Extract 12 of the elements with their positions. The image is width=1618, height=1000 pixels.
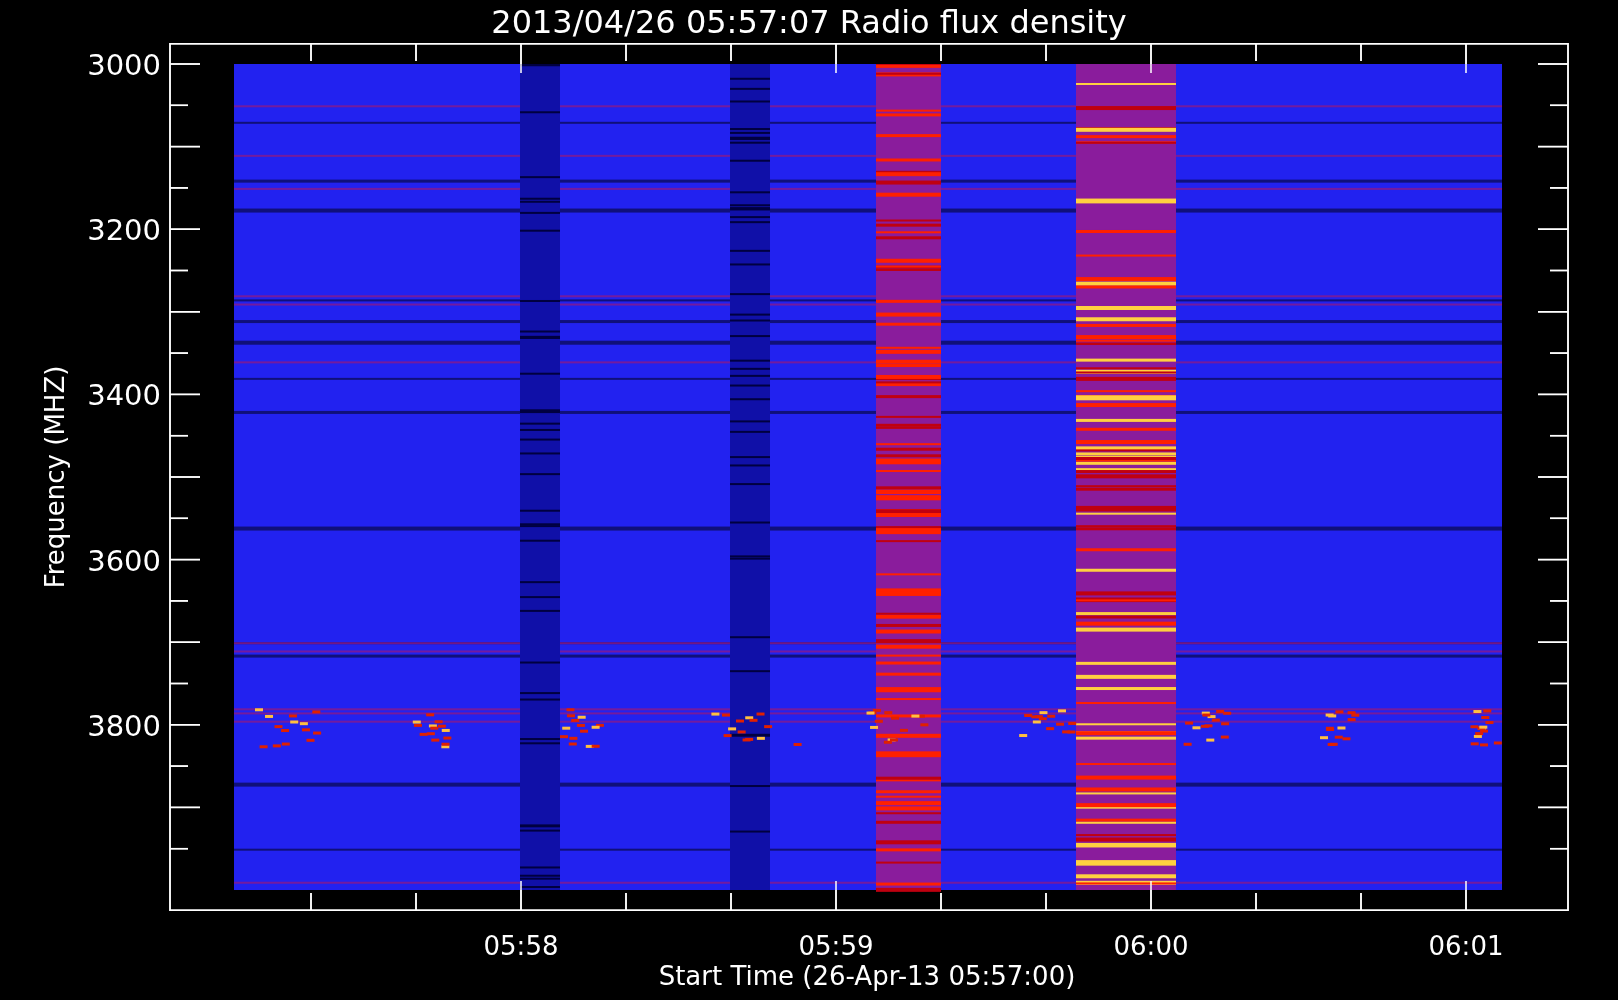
y-tick-label: 3800 [87, 708, 161, 743]
y-tick-label: 3000 [87, 48, 161, 82]
y-tick-label: 3400 [87, 378, 161, 413]
y-tick-label: 3200 [87, 213, 161, 248]
x-axis-title: Start Time (26-Apr-13 05:57:00) [658, 961, 1076, 991]
x-tick-label: 05:58 [483, 931, 559, 961]
x-tick-label: 05:59 [798, 931, 874, 961]
chart-title: 2013/04/26 05:57:07 Radio flux density [490, 1, 1128, 43]
y-axis-title: Frequency (MHZ) [40, 365, 70, 589]
y-tick-label: 3600 [87, 543, 161, 578]
x-tick-label: 06:01 [1428, 931, 1504, 961]
x-tick-label: 06:00 [1113, 931, 1189, 961]
